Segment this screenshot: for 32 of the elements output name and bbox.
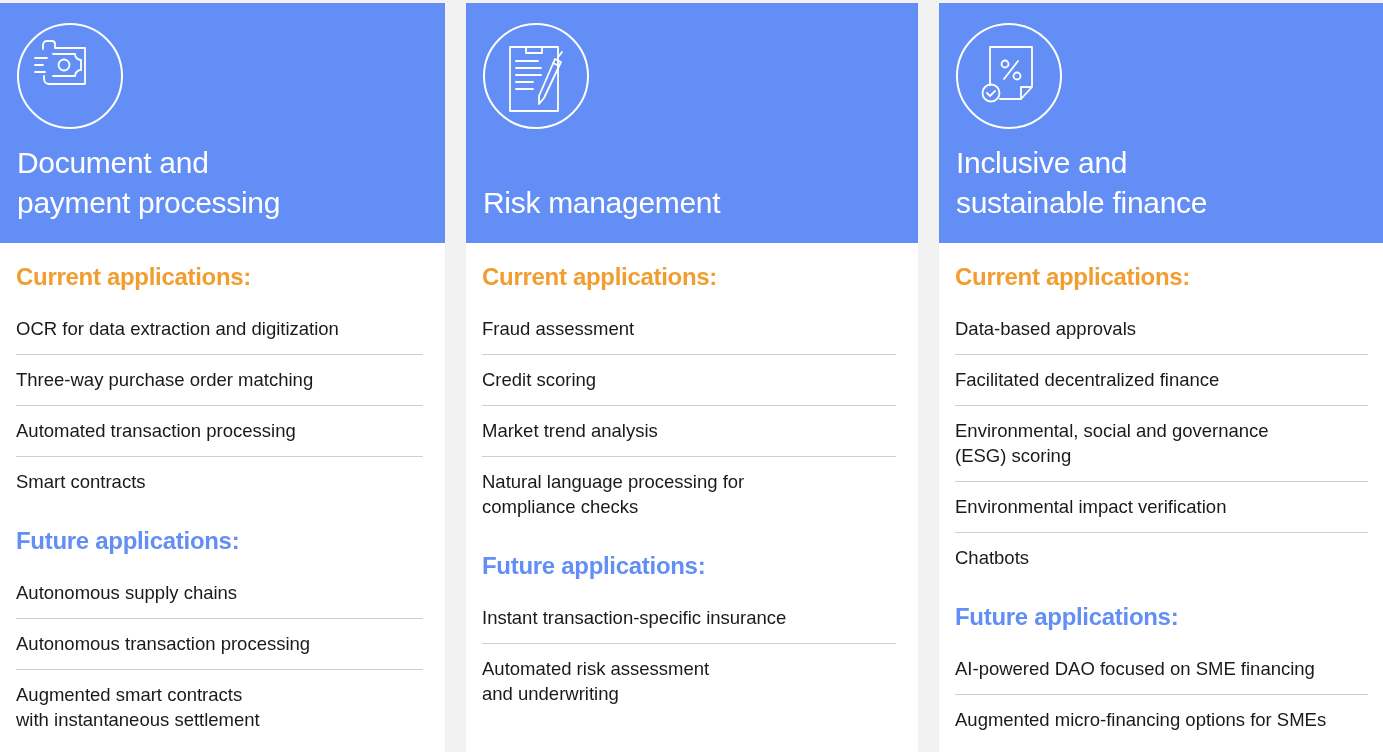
application-item: Natural language processing for compliance checks (482, 470, 746, 519)
section-heading: Future applications: (955, 602, 1180, 632)
application-item: Data-based approvals (955, 304, 1368, 355)
application-item: Autonomous transaction processing (16, 619, 423, 670)
application-item: Augmented smart contracts with instantaneous settlement (16, 683, 261, 732)
application-item: Market trend analysis (482, 406, 896, 457)
percent-document-icon (956, 23, 1062, 129)
application-item: OCR for data extraction and digitization (16, 304, 423, 355)
application-item: Smart contracts (16, 470, 147, 494)
clipboard-pen-icon (483, 23, 589, 129)
card-title: Document and payment processing (17, 145, 281, 221)
card-title: Risk management (483, 185, 721, 221)
application-item: Automated transaction processing (16, 406, 423, 457)
section-heading: Current applications: (16, 262, 253, 292)
application-item: Environmental impact verification (955, 482, 1368, 533)
application-item: Three-way purchase order matching (16, 355, 423, 406)
application-item: Automated risk assessment and underwriting (482, 657, 711, 706)
card-title: Inclusive and sustainable finance (956, 145, 1208, 221)
section-heading: Current applications: (955, 262, 1192, 292)
section-heading: Future applications: (16, 526, 241, 556)
application-item: Chatbots (955, 546, 1031, 570)
application-item: Facilitated decentralized finance (955, 355, 1368, 406)
banknote-icon (17, 23, 123, 129)
application-item: Autonomous supply chains (16, 568, 423, 619)
application-item: Instant transaction-specific insurance (482, 593, 896, 644)
section-heading: Current applications: (482, 262, 719, 292)
application-item: Credit scoring (482, 355, 896, 406)
application-item: Augmented micro-financing options for SMEs (955, 708, 1328, 732)
section-heading: Future applications: (482, 551, 707, 581)
application-item: AI-powered DAO focused on SME financing (955, 644, 1368, 695)
application-item: Fraud assessment (482, 304, 896, 355)
application-item: Environmental, social and governance (ESG) scoring (955, 406, 1368, 482)
